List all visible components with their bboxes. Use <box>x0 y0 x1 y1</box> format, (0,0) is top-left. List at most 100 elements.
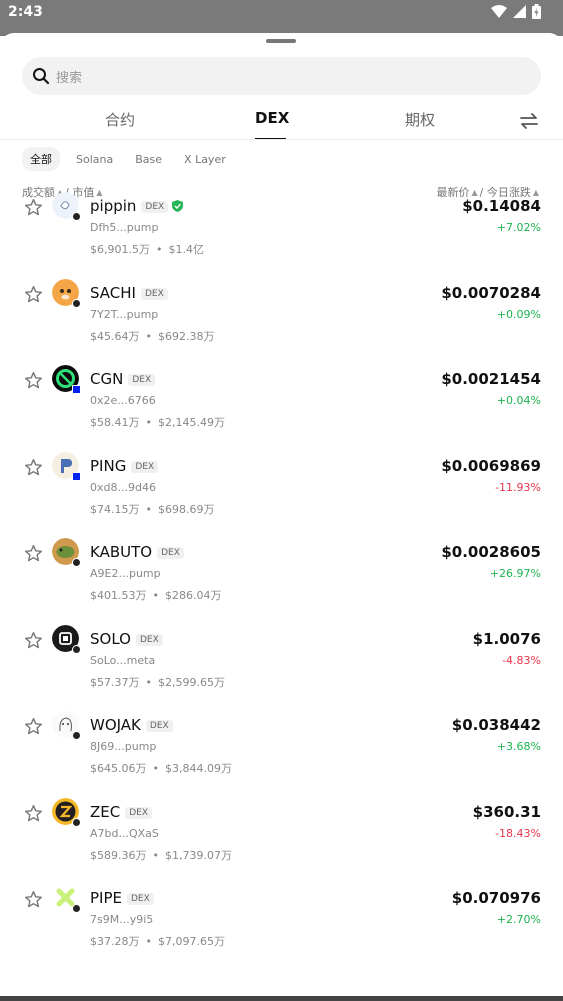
token-volume-mcap: $401.53万 • $286.04万 <box>90 587 222 603</box>
meta-separator-dot: • <box>152 848 160 862</box>
token-name: SOLO <box>90 629 131 648</box>
token-row[interactable]: ZEC DEX A7bd...QXaS $589.36万 • $1,739.07万 $… <box>0 790 563 877</box>
token-volume: $74.15万 <box>90 502 140 516</box>
token-name-line: ZEC DEX <box>90 802 153 821</box>
token-volume: $401.53万 <box>90 589 147 602</box>
token-address: 7Y2T...pump <box>90 307 159 321</box>
chain-badge-icon <box>72 904 81 913</box>
token-volume-mcap: $645.06万 • $3,844.09万 <box>90 760 232 776</box>
token-address: 8J69...pump <box>90 740 157 753</box>
token-name: WOJAK <box>90 716 141 734</box>
status-bar: 2:43 <box>0 0 563 36</box>
chain-badge-icon <box>72 644 81 654</box>
chain-badge-icon <box>72 212 81 221</box>
token-row[interactable]: CGN DEX 0x2e...6766 $58.41万 • $2,145.49万 $0… <box>0 357 563 444</box>
dex-badge: DEX <box>140 287 168 300</box>
token-avatar <box>52 624 81 654</box>
token-address: 7s9M...y9i5 <box>90 913 154 926</box>
token-row[interactable]: KABUTO DEX A9E2...pump $401.53万 • $286.04万 … <box>0 530 563 617</box>
token-name-line: SOLO DEX <box>90 630 163 648</box>
star-favorite-icon[interactable] <box>24 285 43 304</box>
status-time: 2:43 <box>8 4 43 20</box>
wifi-icon <box>491 5 507 18</box>
token-price: $0.0069869 <box>441 456 541 475</box>
meta-separator-dot: • <box>155 243 163 256</box>
star-favorite-icon[interactable] <box>24 544 43 563</box>
search-icon <box>33 68 50 85</box>
token-avatar <box>52 797 81 827</box>
star-favorite-icon[interactable] <box>24 371 43 390</box>
token-name-line: KABUTO DEX <box>90 543 184 561</box>
token-address: SoLo...meta <box>90 653 156 667</box>
meta-separator-dot: • <box>145 502 153 516</box>
token-volume-mcap: $589.36万 • $1,739.07万 <box>90 847 232 863</box>
chain-filter-all[interactable]: 全部 <box>22 147 60 171</box>
star-favorite-icon[interactable] <box>24 890 43 909</box>
token-name: ZEC <box>90 802 121 821</box>
star-favorite-icon[interactable] <box>24 804 43 823</box>
token-change: -4.83% <box>502 653 541 667</box>
token-name-line: SACHI DEX <box>90 284 168 302</box>
chain-filter-solana[interactable]: Solana <box>76 153 113 166</box>
token-avatar <box>52 711 81 740</box>
token-mcap: $1.4亿 <box>168 243 204 256</box>
token-volume: $6,901.5万 <box>90 243 150 256</box>
token-change: +7.02% <box>496 221 541 234</box>
star-favorite-icon[interactable] <box>24 198 43 217</box>
token-change: +3.68% <box>496 740 541 753</box>
token-name: CGN <box>90 370 124 388</box>
star-favorite-icon[interactable] <box>24 631 43 650</box>
token-price: $1.0076 <box>472 629 541 648</box>
tab-dex[interactable]: DEX <box>255 109 289 127</box>
chain-badge-icon <box>72 731 81 740</box>
status-icons <box>491 4 541 19</box>
token-change: +0.04% <box>496 394 541 407</box>
chain-badge-icon <box>72 558 81 567</box>
token-address: Dfh5...pump <box>90 221 159 234</box>
token-change: +2.70% <box>496 913 541 926</box>
token-row[interactable]: WOJAK DEX 8J69...pump $645.06万 • $3,844.09万… <box>0 703 563 790</box>
tab-options[interactable]: 期权 <box>405 109 435 130</box>
token-row[interactable]: SOLO DEX SoLo...meta $57.37万 • $2,599.65万 $… <box>0 617 563 704</box>
token-row[interactable]: PIPE DEX 7s9M...y9i5 $37.28万 • $7,097.65万 $… <box>0 876 563 963</box>
chain-filter-base[interactable]: Base <box>135 153 162 166</box>
dex-badge: DEX <box>127 893 154 905</box>
dex-badge: DEX <box>125 806 153 819</box>
dex-badge: DEX <box>157 547 184 559</box>
search-input[interactable]: 搜索 <box>22 57 541 95</box>
token-address: 0x2e...6766 <box>90 394 156 407</box>
tab-futures[interactable]: 合约 <box>105 109 135 130</box>
token-row[interactable]: SACHI DEX 7Y2T...pump $45.64万 • $692.38万 $0… <box>0 271 563 358</box>
swap-icon[interactable] <box>519 111 539 131</box>
star-favorite-icon[interactable] <box>24 717 43 736</box>
token-avatar <box>52 451 81 481</box>
token-row[interactable]: pippin DEX Dfh5...pump $6,901.5万 • $1.4亿 $0… <box>0 184 563 271</box>
sheet-drag-handle[interactable] <box>266 39 296 43</box>
chain-filter-xlayer[interactable]: X Layer <box>184 153 226 166</box>
token-name-line: CGN DEX <box>90 370 156 388</box>
token-price: $360.31 <box>472 802 541 821</box>
token-volume: $37.28万 <box>90 935 140 948</box>
chain-badge-icon <box>72 385 81 394</box>
token-mcap: $2,145.49万 <box>158 416 225 429</box>
token-volume-mcap: $6,901.5万 • $1.4亿 <box>90 241 204 257</box>
token-avatar <box>52 278 81 308</box>
star-favorite-icon[interactable] <box>24 458 43 477</box>
token-mcap: $698.69万 <box>158 502 215 516</box>
token-volume: $45.64万 <box>90 329 140 343</box>
meta-separator-dot: • <box>145 416 153 429</box>
token-name-line: WOJAK DEX <box>90 716 173 734</box>
chain-badge-icon <box>72 817 81 827</box>
token-avatar <box>52 192 81 221</box>
token-row[interactable]: PING DEX 0xd8...9d46 $74.15万 • $698.69万 $0.… <box>0 444 563 531</box>
token-avatar <box>52 365 81 394</box>
search-placeholder: 搜索 <box>56 70 83 86</box>
token-price: $0.14084 <box>462 197 541 215</box>
token-change: -18.43% <box>495 826 541 840</box>
token-mcap: $2,599.65万 <box>158 675 225 689</box>
meta-separator-dot: • <box>152 589 160 602</box>
market-tabs: 合约 DEX 期权 <box>0 105 563 140</box>
token-volume: $57.37万 <box>90 675 140 689</box>
dex-badge: DEX <box>128 374 156 386</box>
token-volume-mcap: $58.41万 • $2,145.49万 <box>90 414 225 430</box>
